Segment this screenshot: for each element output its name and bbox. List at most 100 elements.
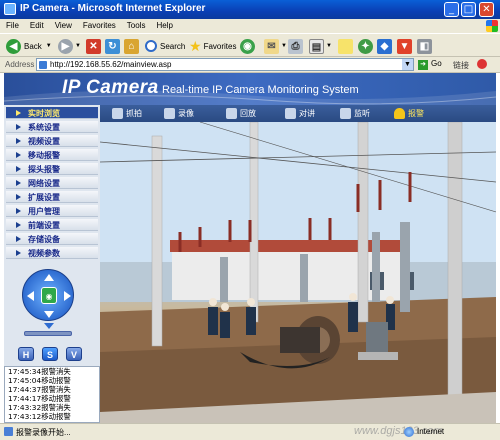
- listen-button[interactable]: 监听: [340, 107, 370, 120]
- speed-button-h[interactable]: H: [18, 347, 34, 361]
- playback-button[interactable]: 回放: [226, 107, 256, 120]
- sidebar-item-label: 用户管理: [28, 207, 60, 216]
- sidebar-item-video-params[interactable]: 视频参数: [6, 247, 98, 259]
- log-entry: 17:44:37报警消失: [8, 385, 71, 394]
- sidebar-item-sensor-alarm[interactable]: 探头报警: [6, 163, 98, 175]
- messenger-icon: ✦: [358, 38, 373, 54]
- forward-button[interactable]: ▶ ▼: [58, 37, 81, 55]
- log-entry: 17:43:32报警消失: [8, 403, 71, 412]
- edit-icon: ▤: [309, 38, 324, 54]
- go-arrow-icon: ➜: [418, 60, 428, 70]
- sidebar-item-frontend[interactable]: 前端设置: [6, 219, 98, 231]
- search-button[interactable]: Search: [145, 37, 185, 55]
- menu-favorites[interactable]: Favorites: [77, 19, 121, 30]
- sidebar-item-motion-alarm[interactable]: 移动报警: [6, 149, 98, 161]
- arrow-icon: [16, 166, 21, 172]
- refresh-button[interactable]: ↻: [105, 37, 120, 55]
- pan-left-icon[interactable]: [27, 291, 34, 301]
- sidebar-item-system[interactable]: 系统设置: [6, 121, 98, 133]
- alarm-log[interactable]: 17:45:34报警消失 17:45:04移动报警 17:44:37报警消失 1…: [4, 366, 100, 423]
- favorites-button[interactable]: ★ Favorites: [189, 37, 236, 55]
- talk-button[interactable]: 对讲: [285, 107, 315, 120]
- close-button[interactable]: ✕: [479, 2, 494, 17]
- links-button[interactable]: 链接: [453, 60, 469, 71]
- back-dropdown-icon[interactable]: ▼: [46, 43, 52, 49]
- menu-file[interactable]: File: [0, 19, 24, 30]
- pan-up-icon[interactable]: [44, 274, 54, 281]
- pan-down-icon[interactable]: [44, 311, 54, 318]
- arrow-icon: [16, 236, 21, 242]
- address-label: Address: [5, 60, 35, 69]
- home-button[interactable]: ⌂: [124, 37, 139, 55]
- speed-button-v[interactable]: V: [66, 347, 82, 361]
- log-entry: 17:43:12移动报警: [8, 412, 71, 421]
- menu-tools[interactable]: Tools: [121, 19, 151, 30]
- edit-dropdown-icon[interactable]: ▼: [326, 43, 332, 49]
- page-status-icon: [4, 427, 13, 436]
- minimize-button[interactable]: _: [444, 2, 459, 17]
- pan-right-icon[interactable]: [64, 291, 71, 301]
- media-button[interactable]: ◉: [240, 37, 255, 55]
- extension-icon[interactable]: [477, 59, 487, 69]
- sidebar-item-storage[interactable]: 存储设备: [6, 233, 98, 245]
- search-icon: [145, 40, 157, 52]
- alarm-label: 报警: [408, 109, 424, 118]
- address-url[interactable]: http://192.168.55.62/mainview.asp: [50, 60, 171, 69]
- record-label: 录像: [178, 109, 194, 118]
- arrow-icon: [16, 222, 21, 228]
- snapshot-label: 抓拍: [126, 109, 142, 118]
- tool-gray-button[interactable]: ◧: [417, 37, 432, 55]
- red-tool-icon: ▼: [397, 38, 412, 54]
- edit-button[interactable]: ▤ ▼: [309, 37, 332, 55]
- back-button[interactable]: ◀ Back ▼: [6, 37, 52, 55]
- arrow-icon: [16, 194, 21, 200]
- mail-button[interactable]: ✉ ▼: [264, 37, 287, 55]
- alarm-button[interactable]: 报警: [394, 107, 424, 120]
- stop-button[interactable]: ✕: [86, 37, 101, 55]
- menu-help[interactable]: Help: [150, 19, 177, 30]
- playback-icon: [226, 108, 237, 119]
- media-icon: ◉: [240, 38, 255, 54]
- zoom-slider[interactable]: [24, 331, 72, 336]
- sidebar-item-live-view[interactable]: 实时浏览: [6, 107, 98, 119]
- go-button[interactable]: ➜ Go: [418, 59, 442, 70]
- tool-red-button[interactable]: ▼: [397, 37, 412, 55]
- back-label: Back: [24, 41, 42, 51]
- sidebar-item-extended[interactable]: 扩展设置: [6, 191, 98, 203]
- ptz-center-button[interactable]: ◉: [41, 287, 57, 304]
- internet-zone-icon: [404, 427, 414, 437]
- print-button[interactable]: ⎙: [288, 37, 303, 55]
- live-video-view[interactable]: [100, 122, 496, 423]
- sidebar-item-label: 扩展设置: [28, 193, 60, 202]
- notes-button[interactable]: [338, 37, 353, 55]
- tool-blue-button[interactable]: ◆: [377, 37, 392, 55]
- snapshot-button[interactable]: 抓拍: [112, 107, 142, 120]
- search-label: Search: [160, 41, 186, 51]
- sidebar-item-label: 移动报警: [28, 151, 60, 160]
- print-icon: ⎙: [288, 38, 303, 54]
- microphone-icon: [285, 108, 296, 119]
- status-text: 报警录像开始...: [16, 428, 71, 437]
- sidebar-item-video[interactable]: 视频设置: [6, 135, 98, 147]
- menu-view[interactable]: View: [49, 19, 77, 30]
- camera-logo: IP Camera: [62, 77, 159, 98]
- record-button[interactable]: 录像: [164, 107, 194, 120]
- go-label: Go: [431, 59, 442, 68]
- talk-label: 对讲: [299, 109, 315, 118]
- toolbar: ◀ Back ▼ ▶ ▼ ✕ ↻ ⌂ Search ★ Favorites ◉ …: [0, 33, 500, 57]
- address-input[interactable]: http://192.168.55.62/mainview.asp ▼: [36, 58, 414, 71]
- forward-arrow-icon: ▶: [58, 38, 73, 54]
- mail-dropdown-icon[interactable]: ▼: [281, 43, 287, 49]
- menu-edit[interactable]: Edit: [24, 19, 49, 30]
- sidebar-item-label: 探头报警: [28, 165, 60, 174]
- sidebar-item-users[interactable]: 用户管理: [6, 205, 98, 217]
- forward-dropdown-icon[interactable]: ▼: [75, 43, 81, 49]
- page-content: IP Camera Real-time IP Camera Monitoring…: [4, 73, 496, 423]
- speed-button-s[interactable]: S: [42, 347, 58, 361]
- sidebar-item-label: 前端设置: [28, 221, 60, 230]
- log-entry: 17:45:34报警消失: [8, 367, 71, 376]
- address-dropdown-icon[interactable]: ▼: [402, 59, 413, 70]
- sidebar-item-network[interactable]: 网络设置: [6, 177, 98, 189]
- maximize-button[interactable]: □: [461, 2, 476, 17]
- messenger-button[interactable]: ✦: [358, 37, 373, 55]
